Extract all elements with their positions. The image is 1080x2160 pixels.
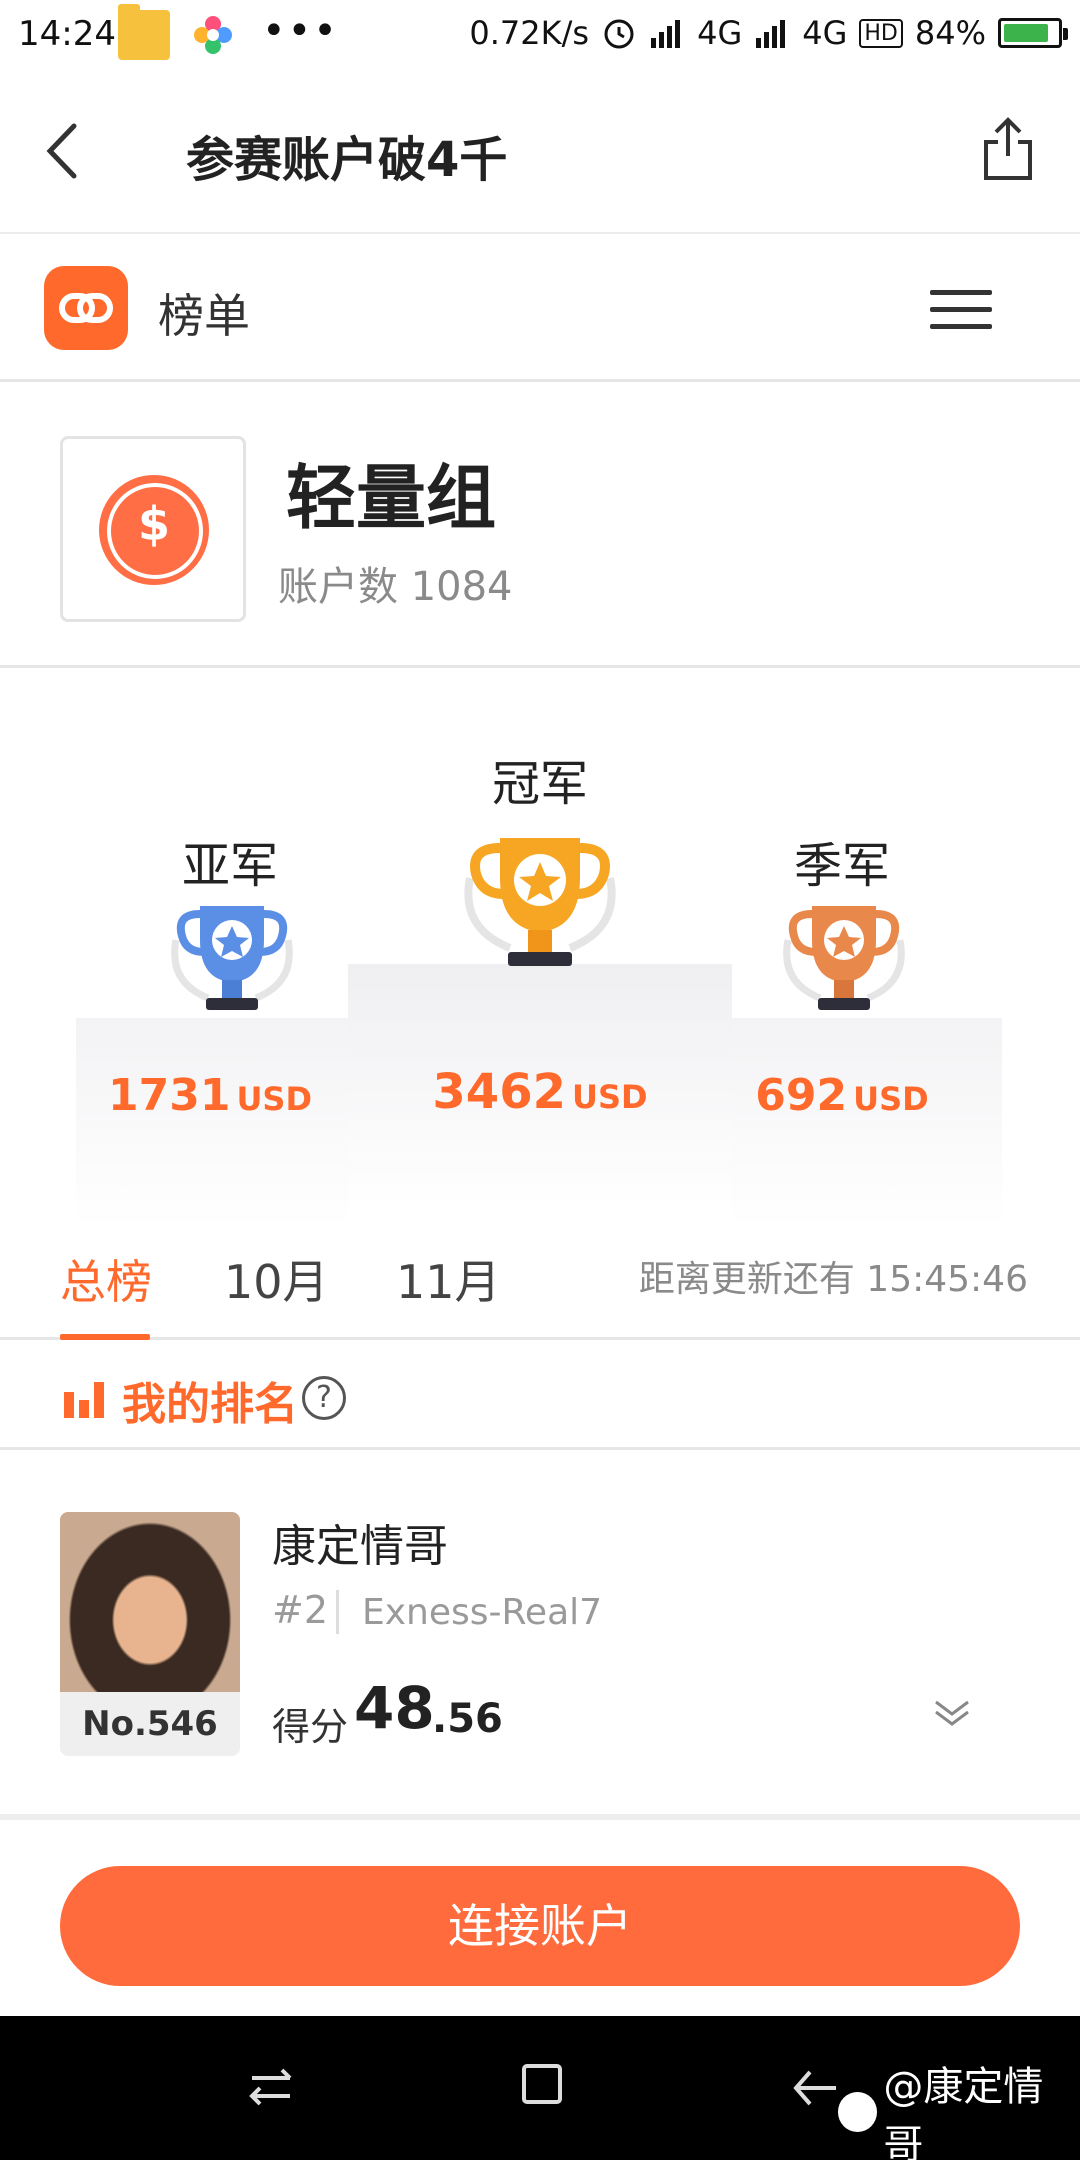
more-notifications-icon: ••• [262, 8, 339, 54]
chevron-down-icon[interactable] [932, 1698, 972, 1728]
system-navigation-bar: @康定情哥 [0, 2016, 1080, 2160]
status-right: 0.72K/s 4G 4G HD 84% [469, 14, 1068, 52]
tab-november[interactable]: 11月 [396, 1246, 501, 1312]
battery-icon [998, 18, 1068, 48]
my-rank-label: 我的排名 [122, 1379, 298, 1430]
network-type-1: 4G [697, 14, 743, 52]
network-type-2: 4G [802, 14, 848, 52]
bar-chart-icon [64, 1382, 104, 1418]
third-place-prize: 692 USD [692, 1070, 992, 1121]
page-title: 参赛账户破4千 [186, 132, 508, 188]
signal-icon [651, 20, 681, 48]
group-name: 轻量组 [286, 457, 496, 539]
leaderboard-tabs: 总榜 10月 11月 距离更新还有 15:45:46 [0, 1208, 1080, 1340]
account-count: 账户数 1084 [278, 564, 513, 610]
second-place-amount: 1731 [107, 1070, 231, 1121]
group-icon-box: $ [60, 436, 246, 622]
update-countdown: 距离更新还有 15:45:46 [638, 1259, 1028, 1300]
watermark-text: @康定情哥 [883, 2064, 1044, 2160]
link-logo-icon [44, 266, 128, 350]
third-place-title: 季军 [793, 838, 890, 894]
first-place-amount: 3462 [432, 1064, 566, 1120]
first-place-title: 冠军 [491, 756, 588, 812]
battery-percent: 84% [914, 14, 986, 52]
dollar-coin-icon: $ [99, 475, 209, 585]
third-place-unit: USD [853, 1080, 929, 1118]
rank-badge: No.546 [60, 1692, 240, 1756]
app-header: 参赛账户破4千 [0, 72, 1080, 234]
tab-october[interactable]: 10月 [224, 1246, 329, 1312]
score-decimal: .56 [432, 1696, 503, 1742]
network-speed: 0.72K/s [469, 14, 590, 52]
user-account: Exness-Real7 [362, 1592, 603, 1633]
podium-base-second [76, 1018, 348, 1228]
tab-overall[interactable]: 总榜 [60, 1246, 152, 1312]
user-position: #2 [272, 1588, 329, 1632]
podium-base-third [732, 1018, 1002, 1228]
status-time: 14:24 [18, 14, 116, 54]
hamburger-menu-icon[interactable] [930, 290, 992, 330]
second-place-unit: USD [236, 1080, 313, 1118]
second-place-title: 亚军 [181, 838, 278, 894]
avatar [60, 1512, 240, 1692]
brand-bar: 榜单 [0, 234, 1080, 382]
silver-trophy-icon [171, 906, 293, 1010]
back-nav-icon[interactable] [790, 2066, 840, 2110]
second-place-prize: 1731 USD [60, 1070, 360, 1121]
recent-apps-icon[interactable] [246, 2062, 296, 2112]
third-place-amount: 692 [755, 1070, 848, 1121]
podium: 冠军 亚军 季军 3462 USD 1731 USD 692 USD [0, 668, 1080, 1228]
first-place-prize: 3462 USD [390, 1064, 690, 1120]
brand-name: 榜单 [158, 289, 250, 343]
bronze-trophy-icon [783, 906, 905, 1010]
folder-icon [118, 4, 170, 60]
first-place-unit: USD [572, 1078, 648, 1116]
status-bar: 14:24 ••• 0.72K/s 4G 4G HD 84% [0, 0, 1080, 72]
watermark-logo-icon [838, 2092, 878, 2132]
user-name: 康定情哥 [272, 1521, 448, 1572]
share-icon[interactable] [980, 114, 1036, 184]
separator [336, 1590, 339, 1634]
score-integer: 48 [354, 1674, 435, 1742]
help-icon[interactable]: ? [302, 1376, 346, 1420]
home-icon[interactable] [520, 2062, 564, 2106]
signal-icon-2 [756, 20, 786, 48]
my-rank-section: 我的排名 ? [0, 1340, 1080, 1450]
back-arrow-icon[interactable] [38, 116, 88, 186]
gold-trophy-icon [464, 838, 616, 966]
hd-icon: HD [859, 18, 903, 48]
connect-account-button[interactable]: 连接账户 [60, 1866, 1020, 1986]
app-flower-icon [194, 16, 232, 54]
group-info: $ 轻量组 账户数 1084 [0, 382, 1080, 668]
my-rank-row[interactable]: No.546 康定情哥 #2 Exness-Real7 得分 48 .56 [0, 1450, 1080, 1820]
score-label: 得分 [272, 1705, 349, 1749]
alarm-icon [604, 19, 634, 49]
watermark: @康定情哥 [838, 2054, 1080, 2160]
